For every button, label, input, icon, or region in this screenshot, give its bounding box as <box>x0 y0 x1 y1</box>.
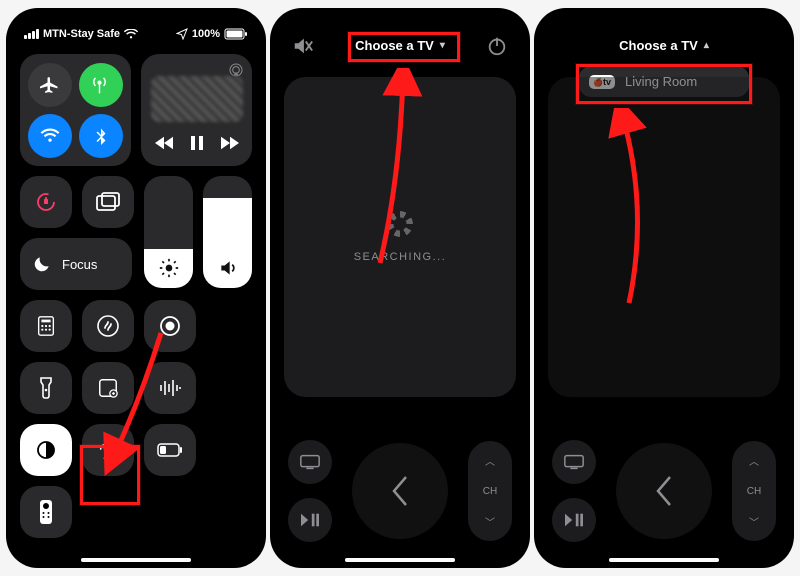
remote-header: Choose a TV ▴ <box>534 8 794 67</box>
cellular-toggle[interactable] <box>79 63 123 107</box>
connectivity-tile[interactable] <box>20 54 131 166</box>
mute-button[interactable] <box>288 36 318 56</box>
waveform-icon <box>158 378 182 398</box>
power-button[interactable] <box>482 35 512 57</box>
brightness-slider[interactable] <box>144 176 193 288</box>
sound-recognition-button[interactable] <box>144 362 196 414</box>
remote-icon <box>39 499 53 525</box>
home-indicator[interactable] <box>609 558 719 562</box>
brightness-icon <box>159 258 179 278</box>
focus-button[interactable]: Focus <box>20 238 132 290</box>
battery-icon <box>224 28 248 40</box>
chevron-up-icon: ▴ <box>704 40 709 51</box>
low-power-button[interactable] <box>144 424 196 476</box>
play-pause-icon <box>565 513 583 527</box>
remote-bottom-controls: ︿ CH ﹀ <box>270 440 530 542</box>
play-pause-icon <box>301 513 319 527</box>
chevron-up-icon: ︿ <box>749 453 759 468</box>
screen-remote-searching: Choose a TV ▾ SEARCHING... ︿ CH ﹀ <box>270 8 530 568</box>
rotation-lock-button[interactable] <box>20 176 72 228</box>
searching-label: SEARCHING... <box>354 251 447 263</box>
screen-remote-menu: Choose a TV ▴ 🍎tv Living Room ︿ CH ﹀ <box>534 8 794 568</box>
pause-icon[interactable] <box>191 136 203 150</box>
notes-button[interactable] <box>82 362 134 414</box>
carrier-label: MTN-Stay Safe <box>43 28 120 40</box>
tv-icon <box>299 453 321 471</box>
media-tile[interactable] <box>141 54 252 166</box>
tv-icon <box>563 453 585 471</box>
battery-pct: 100% <box>192 28 220 40</box>
airplane-toggle[interactable] <box>28 63 72 107</box>
remote-bottom-controls: ︿ CH ﹀ <box>534 440 794 542</box>
ch-label: CH <box>483 486 497 497</box>
mirror-icon <box>96 192 120 212</box>
highlight-remote <box>80 445 140 505</box>
tv-button[interactable] <box>288 440 332 484</box>
chevron-left-icon <box>652 473 676 509</box>
play-pause-button[interactable] <box>288 498 332 542</box>
battery-low-icon <box>157 443 183 457</box>
forward-icon[interactable] <box>221 136 239 150</box>
play-pause-button[interactable] <box>552 498 596 542</box>
record-icon <box>158 314 182 338</box>
focus-label: Focus <box>62 257 97 272</box>
rotation-lock-icon <box>34 190 58 214</box>
screen-record-button[interactable] <box>144 300 196 352</box>
location-icon <box>176 28 188 40</box>
volume-slider[interactable] <box>203 176 252 288</box>
back-button[interactable] <box>616 443 712 539</box>
status-right: 100% <box>176 28 248 40</box>
volume-icon <box>218 258 238 278</box>
airplane-icon <box>40 75 60 95</box>
apple-tv-remote-button[interactable] <box>20 486 72 538</box>
rewind-icon[interactable] <box>155 136 173 150</box>
shazam-button[interactable] <box>82 300 134 352</box>
screen-mirroring-button[interactable] <box>82 176 134 228</box>
wifi-icon <box>124 29 138 39</box>
dark-mode-button[interactable] <box>20 424 72 476</box>
wifi-toggle[interactable] <box>28 114 72 158</box>
flashlight-icon <box>36 376 56 400</box>
home-indicator[interactable] <box>345 558 455 562</box>
chevron-down-icon: ﹀ <box>749 514 759 529</box>
signal-icon <box>24 29 39 39</box>
highlight-menu-item <box>576 64 752 104</box>
status-bar: MTN-Stay Safe 100% <box>6 8 266 46</box>
antenna-icon <box>91 75 111 95</box>
channel-rocker[interactable]: ︿ CH ﹀ <box>732 441 776 541</box>
status-left: MTN-Stay Safe <box>24 28 138 40</box>
bluetooth-icon <box>92 127 110 145</box>
highlight-choose-tv <box>348 32 460 62</box>
moon-icon <box>32 254 52 274</box>
back-button[interactable] <box>352 443 448 539</box>
calculator-icon <box>35 315 57 337</box>
chevron-up-icon: ︿ <box>485 453 495 468</box>
trackpad[interactable]: SEARCHING... <box>284 77 516 397</box>
chevron-left-icon <box>388 473 412 509</box>
bluetooth-toggle[interactable] <box>79 114 123 158</box>
calculator-button[interactable] <box>20 300 72 352</box>
dark-mode-icon <box>34 438 58 462</box>
media-thumbnail <box>151 76 243 122</box>
screen-control-center: MTN-Stay Safe 100% <box>6 8 266 568</box>
chevron-down-icon: ﹀ <box>485 514 495 529</box>
choose-tv-button[interactable]: Choose a TV ▴ <box>607 32 721 59</box>
media-controls <box>155 136 239 150</box>
shazam-icon <box>96 314 120 338</box>
choose-tv-label: Choose a TV <box>619 38 698 53</box>
wifi-icon <box>40 126 60 146</box>
home-indicator[interactable] <box>81 558 191 562</box>
tv-button[interactable] <box>552 440 596 484</box>
ch-label: CH <box>747 486 761 497</box>
notes-icon <box>97 377 119 399</box>
flashlight-button[interactable] <box>20 362 72 414</box>
channel-rocker[interactable]: ︿ CH ﹀ <box>468 441 512 541</box>
spinner-icon <box>387 211 413 237</box>
trackpad[interactable] <box>548 77 780 397</box>
